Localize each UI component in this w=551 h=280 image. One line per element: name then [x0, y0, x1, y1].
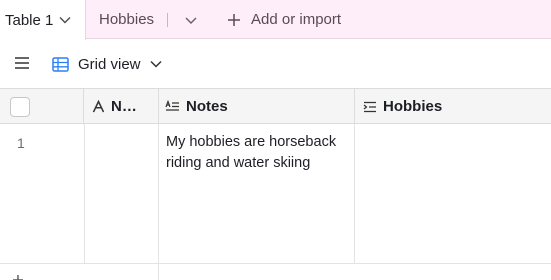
menu-icon[interactable]: [14, 56, 30, 70]
select-all-cell: [0, 89, 84, 124]
view-switcher[interactable]: Grid view: [52, 50, 162, 78]
data-grid: N… Notes Hobbies 1 My hobbies are horseb…: [0, 88, 551, 280]
chevron-down-icon[interactable]: [183, 12, 199, 28]
plus-icon: [13, 275, 23, 280]
add-record-button[interactable]: [12, 270, 24, 280]
view-toolbar: Grid view: [0, 40, 551, 88]
grid-body: 1 My hobbies are horseback riding and wa…: [0, 124, 551, 280]
column-header-hobbies[interactable]: Hobbies: [355, 89, 551, 124]
column-header-label: Notes: [186, 98, 228, 115]
column-header-name[interactable]: N…: [84, 89, 159, 124]
tab-hobbies[interactable]: Hobbies: [99, 0, 154, 39]
column-header-label: N…: [111, 98, 137, 115]
tab-table-1[interactable]: Table 1: [0, 0, 86, 40]
add-or-import-label: Add or import: [251, 11, 342, 28]
row-number: 1: [17, 135, 25, 151]
add-or-import-button[interactable]: Add or import: [227, 0, 341, 39]
text-a-icon: [92, 100, 105, 113]
column-header-notes[interactable]: Notes: [159, 89, 355, 124]
view-name: Grid view: [78, 55, 141, 73]
notes-cell[interactable]: My hobbies are horseback riding and wate…: [166, 132, 352, 174]
grid-header-row: N… Notes Hobbies: [0, 88, 551, 124]
long-text-indent-icon: [363, 101, 376, 112]
grid-view-icon: [52, 56, 69, 72]
tab-hobbies-label: Hobbies: [99, 11, 155, 28]
column-header-label: Hobbies: [383, 98, 443, 115]
long-text-icon: [165, 100, 179, 111]
plus-icon: [228, 13, 240, 26]
table-tab-bar: Table 1 Hobbies Add or import: [0, 0, 551, 40]
tab-divider: [167, 13, 168, 27]
tab-table-1-label: Table 1: [5, 11, 54, 29]
select-all-checkbox[interactable]: [10, 96, 30, 117]
table-row[interactable]: 1 My hobbies are horseback riding and wa…: [0, 124, 551, 264]
chevron-down-icon: [149, 60, 162, 68]
chevron-down-icon[interactable]: [59, 16, 71, 24]
